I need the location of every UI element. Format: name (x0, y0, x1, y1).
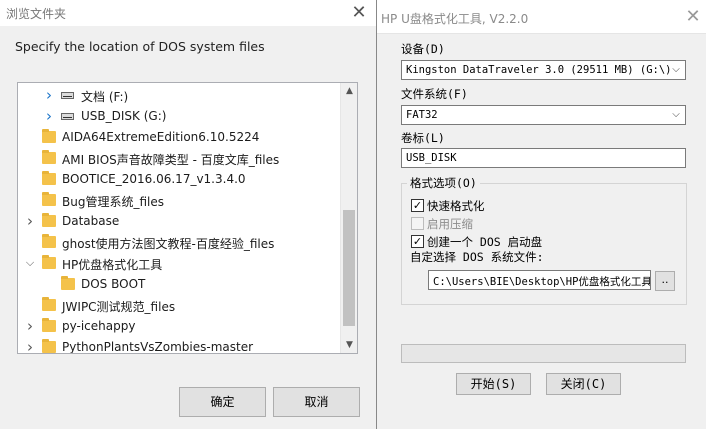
tree-item-label: 文档 (F:) (81, 90, 129, 104)
tree-item-label: py-icehappy (62, 319, 136, 333)
chevron-down-icon: ⌵ (672, 64, 680, 75)
tree-item[interactable]: › USB_DISK (G:) (18, 106, 340, 127)
folder-tree[interactable]: › 文档 (F:) › USB_DISK (G:) AIDA64ExtremeEditi… (17, 82, 358, 354)
device-select[interactable]: Kingston DataTraveler 3.0 (29511 MB) (G:… (401, 60, 686, 80)
scroll-up-icon[interactable]: ▲ (341, 83, 357, 99)
quick-format-checkbox[interactable]: ✓ (411, 199, 424, 212)
quick-format-label: 快速格式化 (427, 199, 485, 213)
folder-icon (61, 276, 75, 290)
tree-item[interactable]: ghost使用方法图文教程-百度经验_files (18, 232, 340, 253)
hp-format-tool-window: HP U盘格式化工具, V2.2.0 ✕ 设备(D) Kingston Data… (376, 0, 706, 429)
folder-icon (42, 150, 56, 164)
tree-item-label: AIDA64ExtremeEdition6.10.5224 (62, 130, 260, 144)
device-value: Kingston DataTraveler 3.0 (29511 MB) (G:… (406, 64, 672, 76)
tree-item[interactable]: AMI BIOS声音故障类型 - 百度文库_files (18, 148, 340, 169)
device-label: 设备(D) (401, 42, 445, 56)
tree-item[interactable]: DOS BOOT (18, 274, 340, 295)
browse-dialog-titlebar: 浏览文件夹 ✕ (0, 0, 376, 26)
volume-input[interactable]: USB_DISK (401, 148, 686, 168)
drive-icon (61, 113, 74, 120)
drive-icon (61, 92, 74, 99)
ok-button[interactable]: 确定 (179, 387, 266, 417)
folder-icon (42, 339, 56, 353)
tree-item-label: DOS BOOT (81, 277, 146, 291)
scroll-down-icon[interactable]: ▼ (341, 337, 357, 353)
tree-item-label: Bug管理系统_files (62, 195, 164, 209)
folder-icon (42, 129, 56, 143)
chevron-down-icon[interactable]: ⌵ (24, 256, 36, 270)
close-icon[interactable]: ✕ (681, 5, 705, 29)
tree-item[interactable]: AIDA64ExtremeEdition6.10.5224 (18, 127, 340, 148)
chevron-right-icon[interactable]: › (24, 214, 36, 229)
tree-item-label: USB_DISK (G:) (81, 109, 167, 123)
format-options-label: 格式选项(O) (407, 175, 480, 191)
browse-dialog-prompt: Specify the location of DOS system files (15, 39, 265, 54)
chevron-right-icon[interactable]: › (24, 319, 36, 334)
tree-item-label: BOOTICE_2016.06.17_v1.3.4.0 (62, 172, 246, 186)
enable-compression-label: 启用压缩 (427, 217, 473, 231)
enable-compression-checkbox[interactable] (411, 217, 424, 230)
dos-files-path-input[interactable]: C:\Users\BIE\Desktop\HP优盘格式化工具 (428, 270, 651, 290)
browse-button[interactable]: .. (655, 271, 675, 291)
folder-tree-scrollbar[interactable]: ▲ ▼ (340, 83, 357, 353)
browse-folder-dialog: 浏览文件夹 ✕ Specify the location of DOS syst… (0, 0, 376, 429)
chevron-right-icon[interactable]: › (43, 109, 55, 124)
hp-tool-title: HP U盘格式化工具, V2.2.0 (381, 12, 529, 26)
tree-item[interactable]: › py-icehappy (18, 316, 340, 337)
tree-item[interactable]: › Database (18, 211, 340, 232)
close-button[interactable]: 关闭(C) (546, 373, 621, 395)
folder-icon (42, 255, 56, 269)
scrollbar-thumb[interactable] (343, 210, 355, 326)
tree-item-label: AMI BIOS声音故障类型 - 百度文库_files (62, 153, 280, 167)
folder-icon (42, 297, 56, 311)
hp-tool-titlebar: HP U盘格式化工具, V2.2.0 ✕ (377, 0, 706, 34)
filesystem-value: FAT32 (406, 109, 438, 121)
chevron-down-icon: ⌵ (672, 109, 680, 120)
start-button[interactable]: 开始(S) (456, 373, 531, 395)
tree-item-label: ghost使用方法图文教程-百度经验_files (62, 237, 275, 251)
filesystem-label: 文件系统(F) (401, 87, 468, 101)
tree-item[interactable]: › 文档 (F:) (18, 85, 340, 106)
tree-item[interactable]: › PythonPlantsVsZombies-master (18, 337, 340, 354)
folder-icon (42, 234, 56, 248)
tree-item-label: JWIPC测试规范_files (62, 300, 176, 314)
folder-icon (42, 192, 56, 206)
create-dos-label: 创建一个 DOS 启动盘 (427, 235, 543, 249)
dos-files-label: 自定选择 DOS 系统文件: (410, 250, 544, 264)
chevron-right-icon[interactable]: › (43, 88, 55, 103)
filesystem-select[interactable]: FAT32 ⌵ (401, 105, 686, 125)
cancel-button[interactable]: 取消 (273, 387, 360, 417)
folder-icon (42, 318, 56, 332)
volume-label: 卷标(L) (401, 131, 445, 145)
tree-item-label: Database (62, 214, 120, 228)
tree-item[interactable]: Bug管理系统_files (18, 190, 340, 211)
folder-icon (42, 213, 56, 227)
tree-item-label: HP优盘格式化工具 (62, 258, 163, 272)
tree-item[interactable]: JWIPC测试规范_files (18, 295, 340, 316)
create-dos-checkbox[interactable]: ✓ (411, 235, 424, 248)
browse-dialog-title: 浏览文件夹 (6, 7, 67, 21)
folder-icon (42, 171, 56, 185)
close-icon[interactable]: ✕ (344, 1, 374, 25)
progress-bar (401, 344, 686, 363)
tree-item[interactable]: BOOTICE_2016.06.17_v1.3.4.0 (18, 169, 340, 190)
tree-item-label: PythonPlantsVsZombies-master (62, 340, 254, 354)
tree-item[interactable]: ⌵ HP优盘格式化工具 (18, 253, 340, 274)
chevron-right-icon[interactable]: › (24, 340, 36, 354)
